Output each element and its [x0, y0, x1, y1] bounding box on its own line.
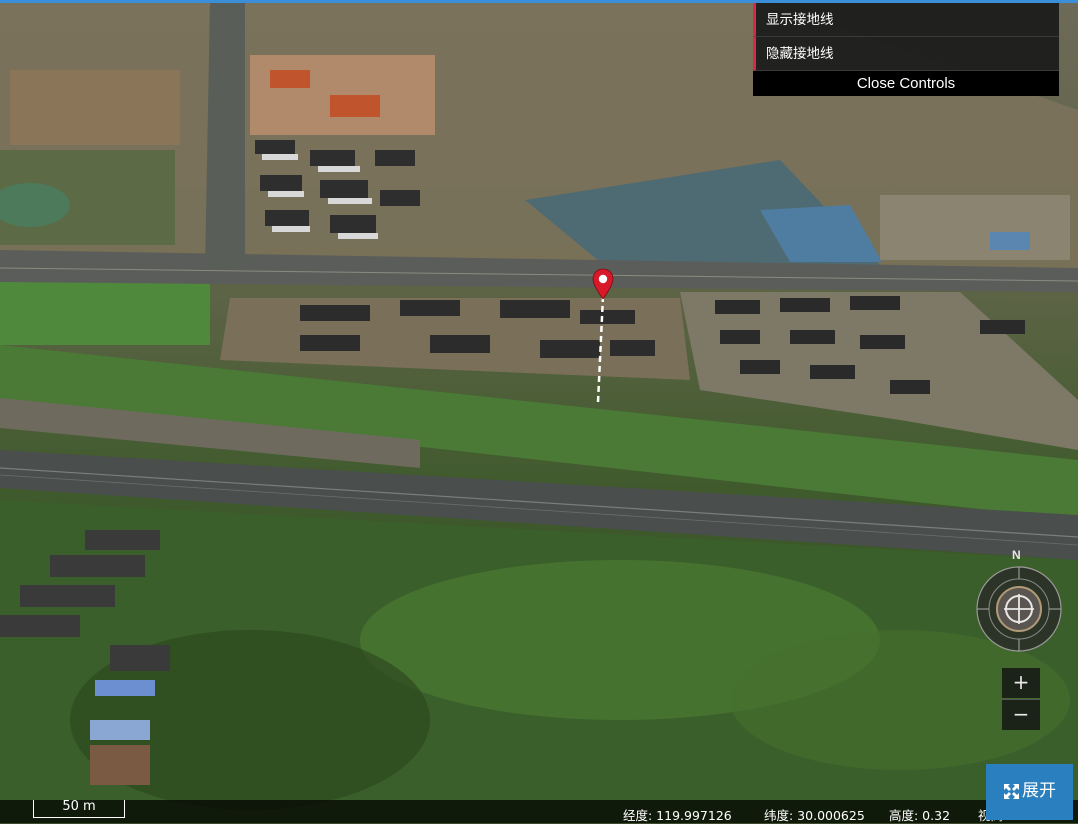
map-pin-icon[interactable]	[592, 268, 614, 300]
zoom-in-button[interactable]: +	[1002, 668, 1040, 698]
show-ground-line-button[interactable]: 显示接地线	[753, 3, 1059, 37]
compass-icon[interactable]	[976, 566, 1062, 652]
hide-ground-line-button[interactable]: 隐藏接地线	[753, 37, 1059, 71]
compass-north-label: N	[1012, 548, 1021, 562]
close-controls-button[interactable]: Close Controls	[753, 71, 1059, 96]
control-panel: 显示接地线 隐藏接地线 Close Controls	[753, 3, 1059, 96]
expand-arrows-icon	[1004, 783, 1019, 799]
expand-button[interactable]: 展开	[986, 764, 1073, 820]
expand-label: 展开	[1022, 781, 1056, 801]
satellite-map-view[interactable]	[0, 0, 1078, 823]
longitude-readout: 经度: 119.997126	[623, 808, 732, 823]
zoom-out-button[interactable]: −	[1002, 699, 1040, 730]
latitude-readout: 纬度: 30.000625	[764, 808, 865, 823]
scale-bar: 50 m	[33, 800, 125, 818]
height-readout: 高度: 0.32	[889, 808, 951, 823]
